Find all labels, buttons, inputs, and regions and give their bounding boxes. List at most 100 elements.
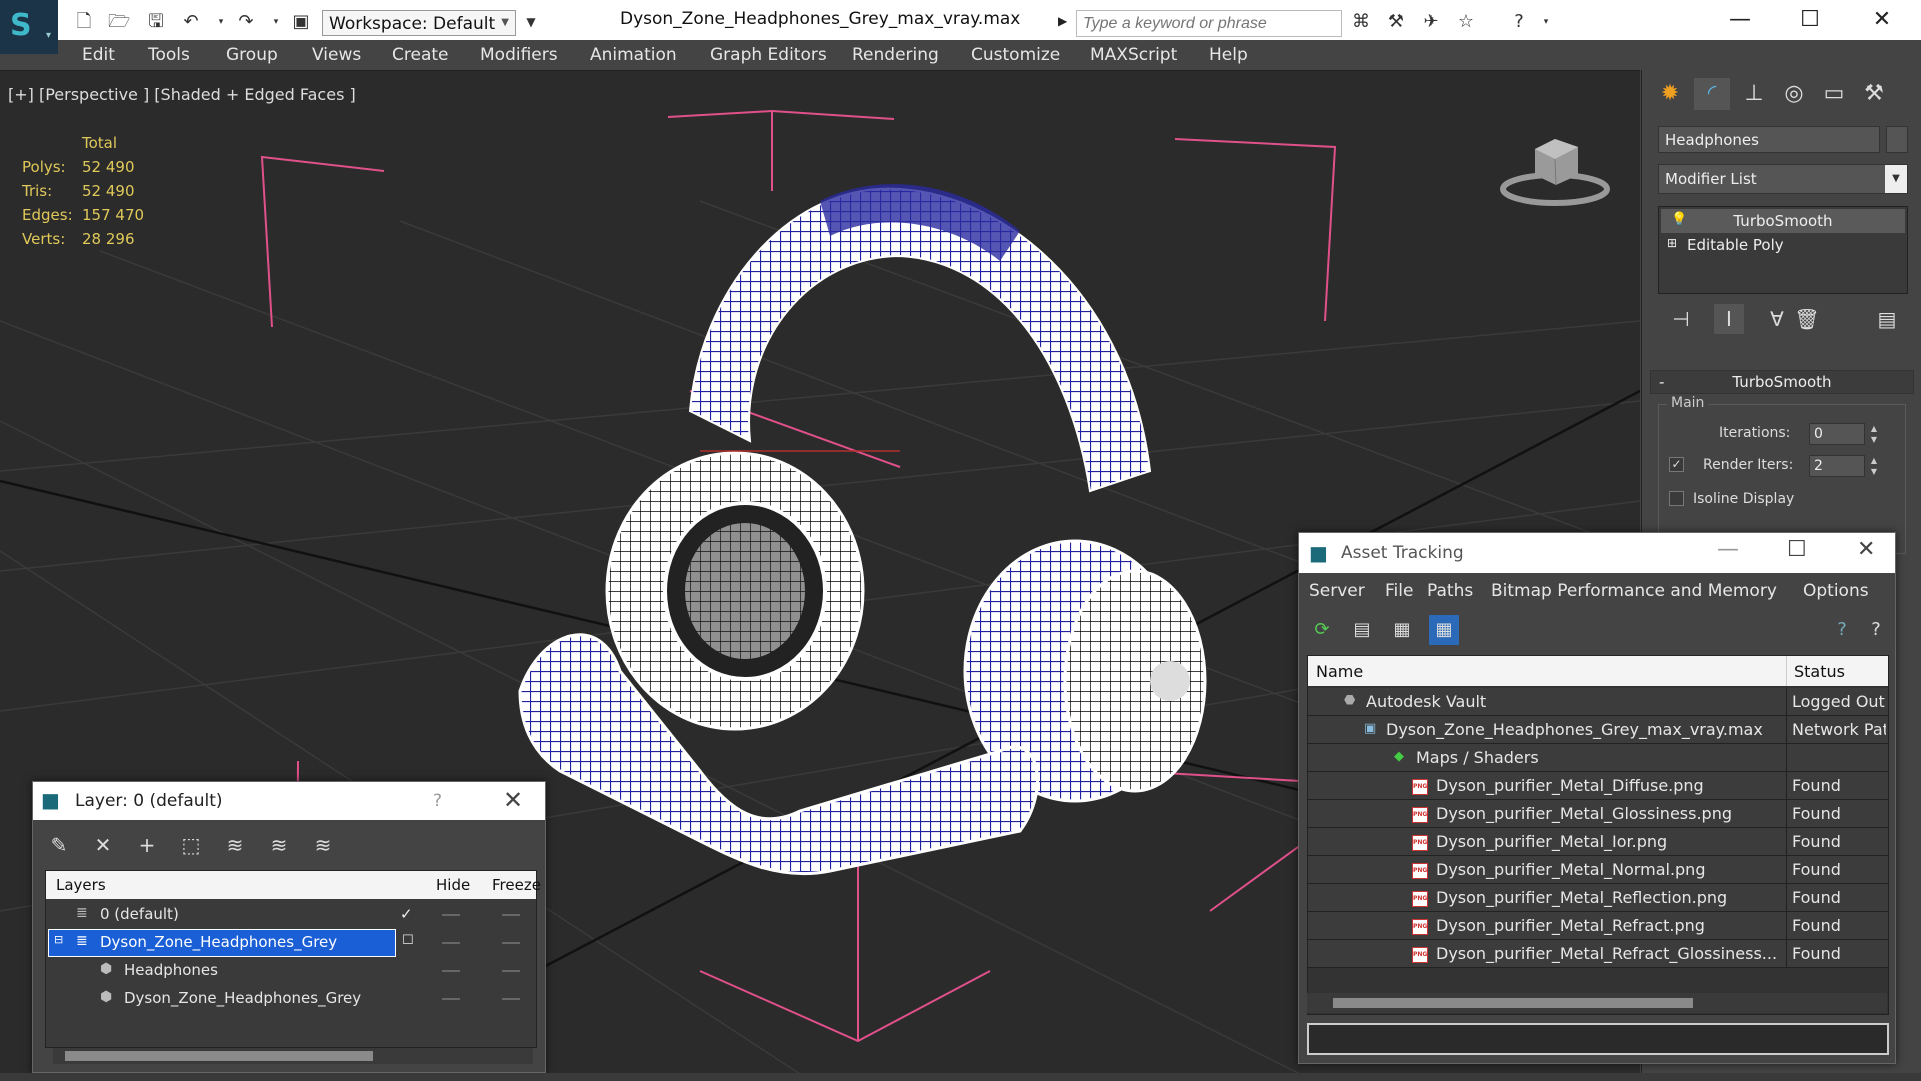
freeze-toggle[interactable] xyxy=(502,914,520,916)
make-current-icon[interactable]: ☐ xyxy=(402,933,414,948)
menu-file[interactable]: File xyxy=(1385,581,1413,601)
menu-edit[interactable]: Edit xyxy=(82,45,115,65)
hide-toggle[interactable] xyxy=(442,942,460,944)
render-iters-spinner[interactable]: 2 xyxy=(1809,455,1865,477)
stack-item-editable-poly[interactable]: ⊞ Editable Poly xyxy=(1661,233,1905,257)
viewport-label[interactable]: [+] [Perspective ] [Shaded + Edged Faces… xyxy=(8,85,356,104)
vault-help-icon[interactable]: ? xyxy=(1827,615,1857,645)
iterations-spinner[interactable]: 0 xyxy=(1809,423,1865,445)
current-layer-check-icon[interactable]: ✓ xyxy=(400,905,413,923)
undo-dropdown-icon[interactable]: ▾ xyxy=(210,11,232,33)
refresh-icon[interactable]: ⟳ xyxy=(1307,615,1337,645)
binoculars-icon[interactable]: ⌘ xyxy=(1350,11,1372,33)
hierarchy-tab-icon[interactable]: ⊥ xyxy=(1736,78,1772,110)
menu-bitmap-performance[interactable]: Bitmap Performance and Memory xyxy=(1491,581,1777,601)
asset-row[interactable]: PNG Dyson_purifier_Metal_Reflection.png … xyxy=(1308,884,1888,912)
spinner-arrows-icon[interactable]: ▲ ▼ xyxy=(1867,423,1881,445)
menu-maxscript[interactable]: MAXScript xyxy=(1090,45,1177,65)
column-layers[interactable]: Layers xyxy=(56,876,106,894)
communication-center-icon[interactable]: ✈ xyxy=(1420,11,1442,33)
column-name[interactable]: Name xyxy=(1316,662,1363,681)
quick-access-customize-icon[interactable]: ▼ xyxy=(520,11,542,33)
redo-icon[interactable]: ↷ xyxy=(235,11,257,33)
column-hide[interactable]: Hide xyxy=(436,876,470,894)
hide-toggle[interactable] xyxy=(442,998,460,1000)
configure-sets-icon[interactable]: ▤ xyxy=(1872,304,1902,334)
object-color-swatch[interactable] xyxy=(1886,126,1908,153)
open-file-icon[interactable]: 🗁 xyxy=(108,11,130,33)
asset-path-field[interactable] xyxy=(1307,1023,1889,1055)
select-objects-icon[interactable]: ⬚ xyxy=(175,830,207,860)
display-tab-icon[interactable]: ▭ xyxy=(1816,78,1852,110)
layer-row[interactable]: ≣ 0 (default) ✓ xyxy=(46,901,536,929)
project-folder-icon[interactable]: ▣ xyxy=(290,11,312,33)
horizontal-scrollbar[interactable] xyxy=(53,1048,533,1064)
asset-row[interactable]: PNG Dyson_purifier_Metal_Normal.png Foun… xyxy=(1308,856,1888,884)
asset-row[interactable]: PNG Dyson_purifier_Metal_Refract.png Fou… xyxy=(1308,912,1888,940)
remove-modifier-icon[interactable]: 🗑 xyxy=(1792,304,1822,334)
viewcube-icon[interactable] xyxy=(1500,131,1610,211)
render-iters-checkbox[interactable]: ✓ xyxy=(1669,457,1684,472)
menu-graph-editors[interactable]: Graph Editors xyxy=(710,45,827,65)
collapse-icon[interactable]: - xyxy=(1659,373,1664,391)
menu-options[interactable]: Options xyxy=(1803,581,1869,601)
asset-row[interactable]: ▣ Dyson_Zone_Headphones_Grey_max_vray.ma… xyxy=(1308,716,1888,744)
expand-plus-icon[interactable]: ⊞ xyxy=(1667,236,1677,250)
asset-row[interactable]: PNG Dyson_purifier_Metal_Refract_Glossin… xyxy=(1308,940,1888,968)
menu-animation[interactable]: Animation xyxy=(590,45,677,65)
hide-layers-icon[interactable]: ≋ xyxy=(263,830,295,860)
create-tab-icon[interactable]: ✹ xyxy=(1652,78,1688,110)
freeze-toggle[interactable] xyxy=(502,998,520,1000)
menu-modifiers[interactable]: Modifiers xyxy=(480,45,558,65)
object-name-field[interactable]: Headphones xyxy=(1658,126,1880,153)
help-icon[interactable]: ? xyxy=(1508,11,1530,33)
asset-row[interactable]: PNG Dyson_purifier_Metal_Diffuse.png Fou… xyxy=(1308,772,1888,800)
utilities-tab-icon[interactable]: ⚒ xyxy=(1856,78,1892,110)
layer-row[interactable]: ⬢ Headphones xyxy=(46,957,536,985)
menu-paths[interactable]: Paths xyxy=(1427,581,1473,601)
column-freeze[interactable]: Freeze xyxy=(492,876,541,894)
hide-toggle[interactable] xyxy=(442,970,460,972)
menu-help[interactable]: Help xyxy=(1209,45,1248,65)
freeze-layers-icon[interactable]: ≋ xyxy=(307,830,339,860)
menu-views[interactable]: Views xyxy=(312,45,361,65)
layer-window-titlebar[interactable]: ■ Layer: 0 (default) ? ✕ xyxy=(33,782,545,820)
lightbulb-icon[interactable]: 💡 xyxy=(1671,212,1687,227)
delete-layer-icon[interactable]: ✕ xyxy=(87,830,119,860)
new-layer-icon[interactable]: ✎ xyxy=(43,830,75,860)
table-view-icon[interactable]: ▦ xyxy=(1429,615,1459,645)
vault-options-icon[interactable]: ? xyxy=(1861,615,1891,645)
new-file-icon[interactable]: 🗋 xyxy=(73,11,95,33)
menu-server[interactable]: Server xyxy=(1309,581,1365,601)
search-expand-icon[interactable]: ▶ xyxy=(1058,14,1067,28)
show-end-result-icon[interactable]: Ⅰ xyxy=(1714,304,1744,334)
close-icon[interactable]: ✕ xyxy=(1862,6,1902,34)
scrollbar-thumb[interactable] xyxy=(1333,998,1693,1008)
workspace-dropdown[interactable]: Workspace: Default ▼ xyxy=(322,10,516,36)
maximize-icon[interactable]: ☐ xyxy=(1790,6,1830,34)
asset-window-titlebar[interactable]: ■ Asset Tracking — ☐ ✕ xyxy=(1299,533,1895,573)
scrollbar-thumb[interactable] xyxy=(65,1051,373,1061)
collapse-icon[interactable]: ⊟ xyxy=(54,933,63,946)
spinner-arrows-icon[interactable]: ▲ ▼ xyxy=(1867,455,1881,477)
select-layer-icon[interactable]: ≋ xyxy=(219,830,251,860)
menu-tools[interactable]: Tools xyxy=(148,45,190,65)
horizontal-scrollbar[interactable] xyxy=(1307,993,1887,1013)
make-unique-icon[interactable]: ∀ xyxy=(1762,304,1792,334)
minimize-icon[interactable]: — xyxy=(1717,537,1739,562)
menu-group[interactable]: Group xyxy=(226,45,278,65)
modify-tab-icon[interactable]: ◜ xyxy=(1694,78,1730,110)
asset-row[interactable]: ⬣ Autodesk Vault Logged Out xyxy=(1308,688,1888,716)
search-input[interactable] xyxy=(1076,10,1342,37)
column-status[interactable]: Status xyxy=(1794,662,1845,681)
undo-icon[interactable]: ↶ xyxy=(180,11,202,33)
asset-row[interactable]: PNG Dyson_purifier_Metal_Glossiness.png … xyxy=(1308,800,1888,828)
stack-item-turbosmooth[interactable]: 💡 TurboSmooth xyxy=(1661,209,1905,233)
menu-customize[interactable]: Customize xyxy=(971,45,1060,65)
freeze-toggle[interactable] xyxy=(502,970,520,972)
save-file-icon[interactable]: 🖫 xyxy=(145,11,167,33)
thumbnail-view-icon[interactable]: ▦ xyxy=(1387,615,1417,645)
modifier-list-dropdown[interactable]: Modifier List ▼ xyxy=(1658,164,1908,194)
tools-icon[interactable]: ⚒ xyxy=(1385,11,1407,33)
minimize-icon[interactable]: — xyxy=(1720,6,1760,34)
